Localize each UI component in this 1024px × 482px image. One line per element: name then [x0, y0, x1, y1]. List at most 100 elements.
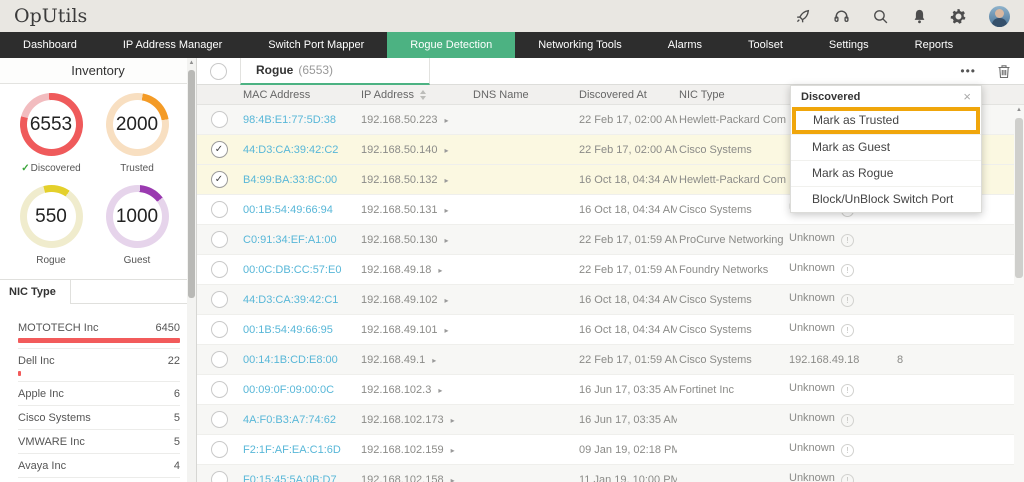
mac-address-link[interactable]: 44:D3:CA:39:42:C1: [243, 294, 338, 306]
table-row[interactable]: 00:1B:54:49:66:95192.168.49.101▸16 Oct 1…: [197, 315, 1024, 345]
mac-address-link[interactable]: 00:0C:DB:CC:57:E0: [243, 264, 341, 276]
inventory-donut-guest[interactable]: 1000Guest: [94, 185, 180, 266]
tab-rogue[interactable]: Rogue (6553): [240, 58, 430, 85]
table-row[interactable]: C0:91:34:EF:A1:00192.168.50.130▸22 Feb 1…: [197, 225, 1024, 255]
expand-caret-icon[interactable]: ▸: [451, 446, 455, 455]
mac-address-link[interactable]: 4A:F0:B3:A7:74:62: [243, 414, 336, 426]
nav-tab-toolset[interactable]: Toolset: [725, 32, 806, 58]
inventory-donut-trusted[interactable]: 2000Trusted: [94, 93, 180, 174]
nav-tab-settings[interactable]: Settings: [806, 32, 892, 58]
nav-tab-rogue-detection[interactable]: Rogue Detection: [387, 32, 515, 58]
expand-caret-icon[interactable]: ▸: [444, 296, 448, 305]
mac-address-link[interactable]: C0:91:34:EF:A1:00: [243, 234, 337, 246]
table-scrollbar[interactable]: ▲: [1014, 105, 1024, 482]
inventory-donut-discovered[interactable]: 6553✓Discovered: [8, 93, 94, 174]
table-row[interactable]: F2:1F:AF:EA:C1:6D192.168.102.159▸09 Jan …: [197, 435, 1024, 465]
scroll-up-icon[interactable]: ▲: [187, 58, 196, 68]
mac-address-link[interactable]: 98:4B:E1:77:5D:38: [243, 114, 336, 126]
nav-tab-ip-address-manager[interactable]: IP Address Manager: [100, 32, 245, 58]
mac-address-link[interactable]: 00:09:0F:09:00:0C: [243, 384, 334, 396]
bell-icon[interactable]: [911, 8, 928, 25]
column-header-nic-type[interactable]: NIC Type: [677, 89, 787, 101]
expand-caret-icon[interactable]: ▸: [444, 146, 448, 155]
row-checkbox[interactable]: ✓: [211, 171, 228, 188]
column-header-dns-name[interactable]: DNS Name: [471, 89, 577, 101]
menu-item-mark-as-trusted[interactable]: Mark as Trusted: [792, 107, 980, 134]
row-checkbox[interactable]: [211, 321, 228, 338]
expand-caret-icon[interactable]: ▸: [432, 356, 436, 365]
row-checkbox[interactable]: [211, 351, 228, 368]
table-scroll-thumb[interactable]: [1015, 118, 1023, 278]
expand-caret-icon[interactable]: ▸: [444, 236, 448, 245]
info-icon: !: [841, 384, 854, 397]
user-avatar[interactable]: [989, 6, 1010, 27]
row-checkbox[interactable]: [211, 471, 228, 482]
column-header-ip-address[interactable]: IP Address: [359, 89, 471, 101]
menu-item-block-unblock-switch-port[interactable]: Block/UnBlock Switch Port: [791, 186, 981, 212]
gear-icon[interactable]: [950, 8, 967, 25]
nav-tab-networking-tools[interactable]: Networking Tools: [515, 32, 645, 58]
row-checkbox[interactable]: [211, 411, 228, 428]
row-checkbox[interactable]: [211, 261, 228, 278]
expand-caret-icon[interactable]: ▸: [438, 266, 442, 275]
ip-address: 192.168.50.131: [361, 204, 437, 216]
scroll-up-icon[interactable]: ▲: [1014, 105, 1024, 115]
nic-type-row[interactable]: MOTOTECH Inc6450: [18, 316, 180, 349]
expand-caret-icon[interactable]: ▸: [444, 326, 448, 335]
expand-caret-icon[interactable]: ▸: [438, 386, 442, 395]
nav-tab-alarms[interactable]: Alarms: [645, 32, 725, 58]
inventory-donut-grid: 6553✓Discovered2000Trusted550Rogue1000Gu…: [0, 84, 196, 270]
nic-type-tab[interactable]: NIC Type: [0, 280, 71, 304]
mac-address-link[interactable]: B4:99:BA:33:8C:00: [243, 174, 337, 186]
close-icon[interactable]: ×: [963, 89, 971, 104]
mac-address-link[interactable]: F0:15:45:5A:0B:D7: [243, 474, 337, 482]
column-header-mac-address[interactable]: MAC Address: [241, 89, 359, 101]
table-row[interactable]: 44:D3:CA:39:42:C1192.168.49.102▸16 Oct 1…: [197, 285, 1024, 315]
sidebar-scroll-thumb[interactable]: [188, 70, 195, 298]
nic-type-row[interactable]: Avaya Inc4: [18, 454, 180, 478]
mac-address-link[interactable]: 00:1B:54:49:66:95: [243, 324, 333, 336]
rocket-icon[interactable]: [794, 8, 811, 25]
nic-type-row[interactable]: Cisco Systems5: [18, 406, 180, 430]
expand-caret-icon[interactable]: ▸: [444, 176, 448, 185]
nav-tab-dashboard[interactable]: Dashboard: [0, 32, 100, 58]
menu-item-mark-as-guest[interactable]: Mark as Guest: [791, 134, 981, 160]
headset-icon[interactable]: [833, 8, 850, 25]
table-row[interactable]: 00:09:0F:09:00:0C192.168.102.3▸16 Jun 17…: [197, 375, 1024, 405]
mac-address-link[interactable]: 00:14:1B:CD:E8:00: [243, 354, 338, 366]
row-checkbox[interactable]: [211, 441, 228, 458]
sidebar-scrollbar[interactable]: ▲: [187, 58, 196, 482]
mac-address-link[interactable]: 44:D3:CA:39:42:C2: [243, 144, 338, 156]
column-label: IP Address: [361, 89, 414, 101]
nic-type-row[interactable]: Apple Inc6: [18, 382, 180, 406]
row-checkbox[interactable]: [211, 291, 228, 308]
row-checkbox[interactable]: [211, 111, 228, 128]
expand-caret-icon[interactable]: ▸: [451, 476, 455, 482]
table-row[interactable]: F0:15:45:5A:0B:D7192.168.102.158▸11 Jan …: [197, 465, 1024, 482]
nic-type-row[interactable]: Dell Inc22: [18, 349, 180, 382]
inventory-donut-rogue[interactable]: 550Rogue: [8, 185, 94, 266]
nic-vendor-name: Cisco Systems: [18, 412, 91, 424]
sort-icon[interactable]: [420, 90, 426, 100]
nav-tab-reports[interactable]: Reports: [892, 32, 977, 58]
row-checkbox[interactable]: [211, 231, 228, 248]
select-all-checkbox[interactable]: [210, 63, 227, 80]
delete-icon[interactable]: [997, 64, 1011, 79]
expand-caret-icon[interactable]: ▸: [444, 116, 448, 125]
nic-type-row[interactable]: VMWARE Inc5: [18, 430, 180, 454]
row-checkbox[interactable]: ✓: [211, 141, 228, 158]
row-checkbox[interactable]: [211, 381, 228, 398]
table-row[interactable]: 00:14:1B:CD:E8:00192.168.49.1▸22 Feb 17,…: [197, 345, 1024, 375]
mac-address-link[interactable]: F2:1F:AF:EA:C1:6D: [243, 444, 341, 456]
expand-caret-icon[interactable]: ▸: [444, 206, 448, 215]
expand-caret-icon[interactable]: ▸: [451, 416, 455, 425]
mac-address-link[interactable]: 00:1B:54:49:66:94: [243, 204, 333, 216]
row-checkbox[interactable]: [211, 201, 228, 218]
table-row[interactable]: 4A:F0:B3:A7:74:62192.168.102.173▸16 Jun …: [197, 405, 1024, 435]
column-header-discovered-at[interactable]: Discovered At: [577, 89, 677, 101]
nav-tab-switch-port-mapper[interactable]: Switch Port Mapper: [245, 32, 387, 58]
more-actions-button[interactable]: •••: [960, 66, 976, 76]
table-row[interactable]: 00:0C:DB:CC:57:E0192.168.49.18▸22 Feb 17…: [197, 255, 1024, 285]
search-icon[interactable]: [872, 8, 889, 25]
menu-item-mark-as-rogue[interactable]: Mark as Rogue: [791, 160, 981, 186]
